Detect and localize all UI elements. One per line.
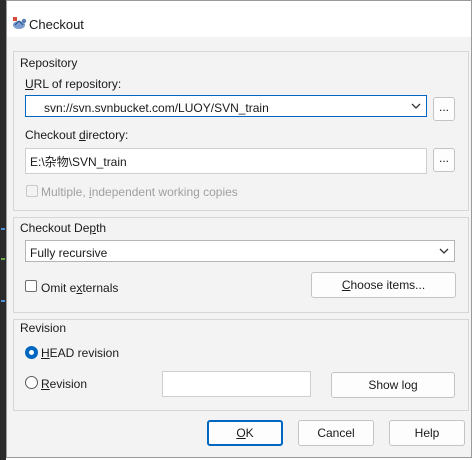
cancel-button[interactable]: Cancel — [298, 420, 374, 446]
background-mark — [1, 300, 5, 302]
head-revision-radio[interactable] — [25, 346, 38, 359]
checkout-directory-label: Checkout directory: — [25, 128, 129, 142]
ok-button[interactable]: OK — [207, 420, 283, 446]
specific-revision-label: Revision — [41, 377, 88, 391]
background-mark — [1, 258, 5, 260]
checkout-depth-label: Checkout Depth — [20, 221, 107, 235]
checkout-depth-value: Fully recursive — [30, 246, 108, 260]
tortoise-svn-icon — [13, 17, 27, 29]
browse-directory-button[interactable]: ... — [433, 148, 455, 172]
head-revision-label: HEAD revision — [41, 346, 120, 360]
checkout-dialog: Checkout Repository URL of repository: s… — [6, 0, 472, 458]
chevron-down-icon[interactable] — [439, 247, 449, 255]
multiple-working-copies-label: Multiple, independent working copies — [41, 185, 238, 199]
browse-url-button[interactable]: ... — [433, 97, 455, 121]
show-log-button[interactable]: Show log — [331, 372, 455, 398]
background-mark — [1, 228, 5, 230]
repository-group-label: Repository — [20, 56, 78, 70]
omit-externals-checkbox[interactable] — [25, 280, 37, 292]
chevron-down-icon[interactable] — [411, 102, 421, 110]
url-value: svn://svn.svnbucket.com/LUOY/SVN_train — [44, 101, 269, 115]
omit-externals-label: Omit externals — [41, 281, 119, 295]
revision-number-field[interactable] — [162, 371, 311, 397]
url-combobox[interactable]: svn://svn.svnbucket.com/LUOY/SVN_train — [25, 95, 427, 117]
specific-revision-radio[interactable] — [25, 376, 38, 389]
checkout-directory-field[interactable]: E:\杂物\SVN_train — [25, 148, 427, 174]
help-button[interactable]: Help — [389, 420, 465, 446]
window-title: Checkout — [29, 17, 84, 32]
multiple-working-copies-checkbox[interactable] — [26, 185, 38, 197]
title-bar: Checkout — [7, 1, 471, 37]
revision-group-label: Revision — [20, 321, 67, 335]
url-label: URL of repository: — [25, 77, 122, 91]
choose-items-button[interactable]: Choose items... — [311, 272, 456, 298]
checkout-depth-combobox[interactable]: Fully recursive — [25, 240, 455, 262]
checkout-directory-value: E:\杂物\SVN_train — [30, 155, 127, 169]
